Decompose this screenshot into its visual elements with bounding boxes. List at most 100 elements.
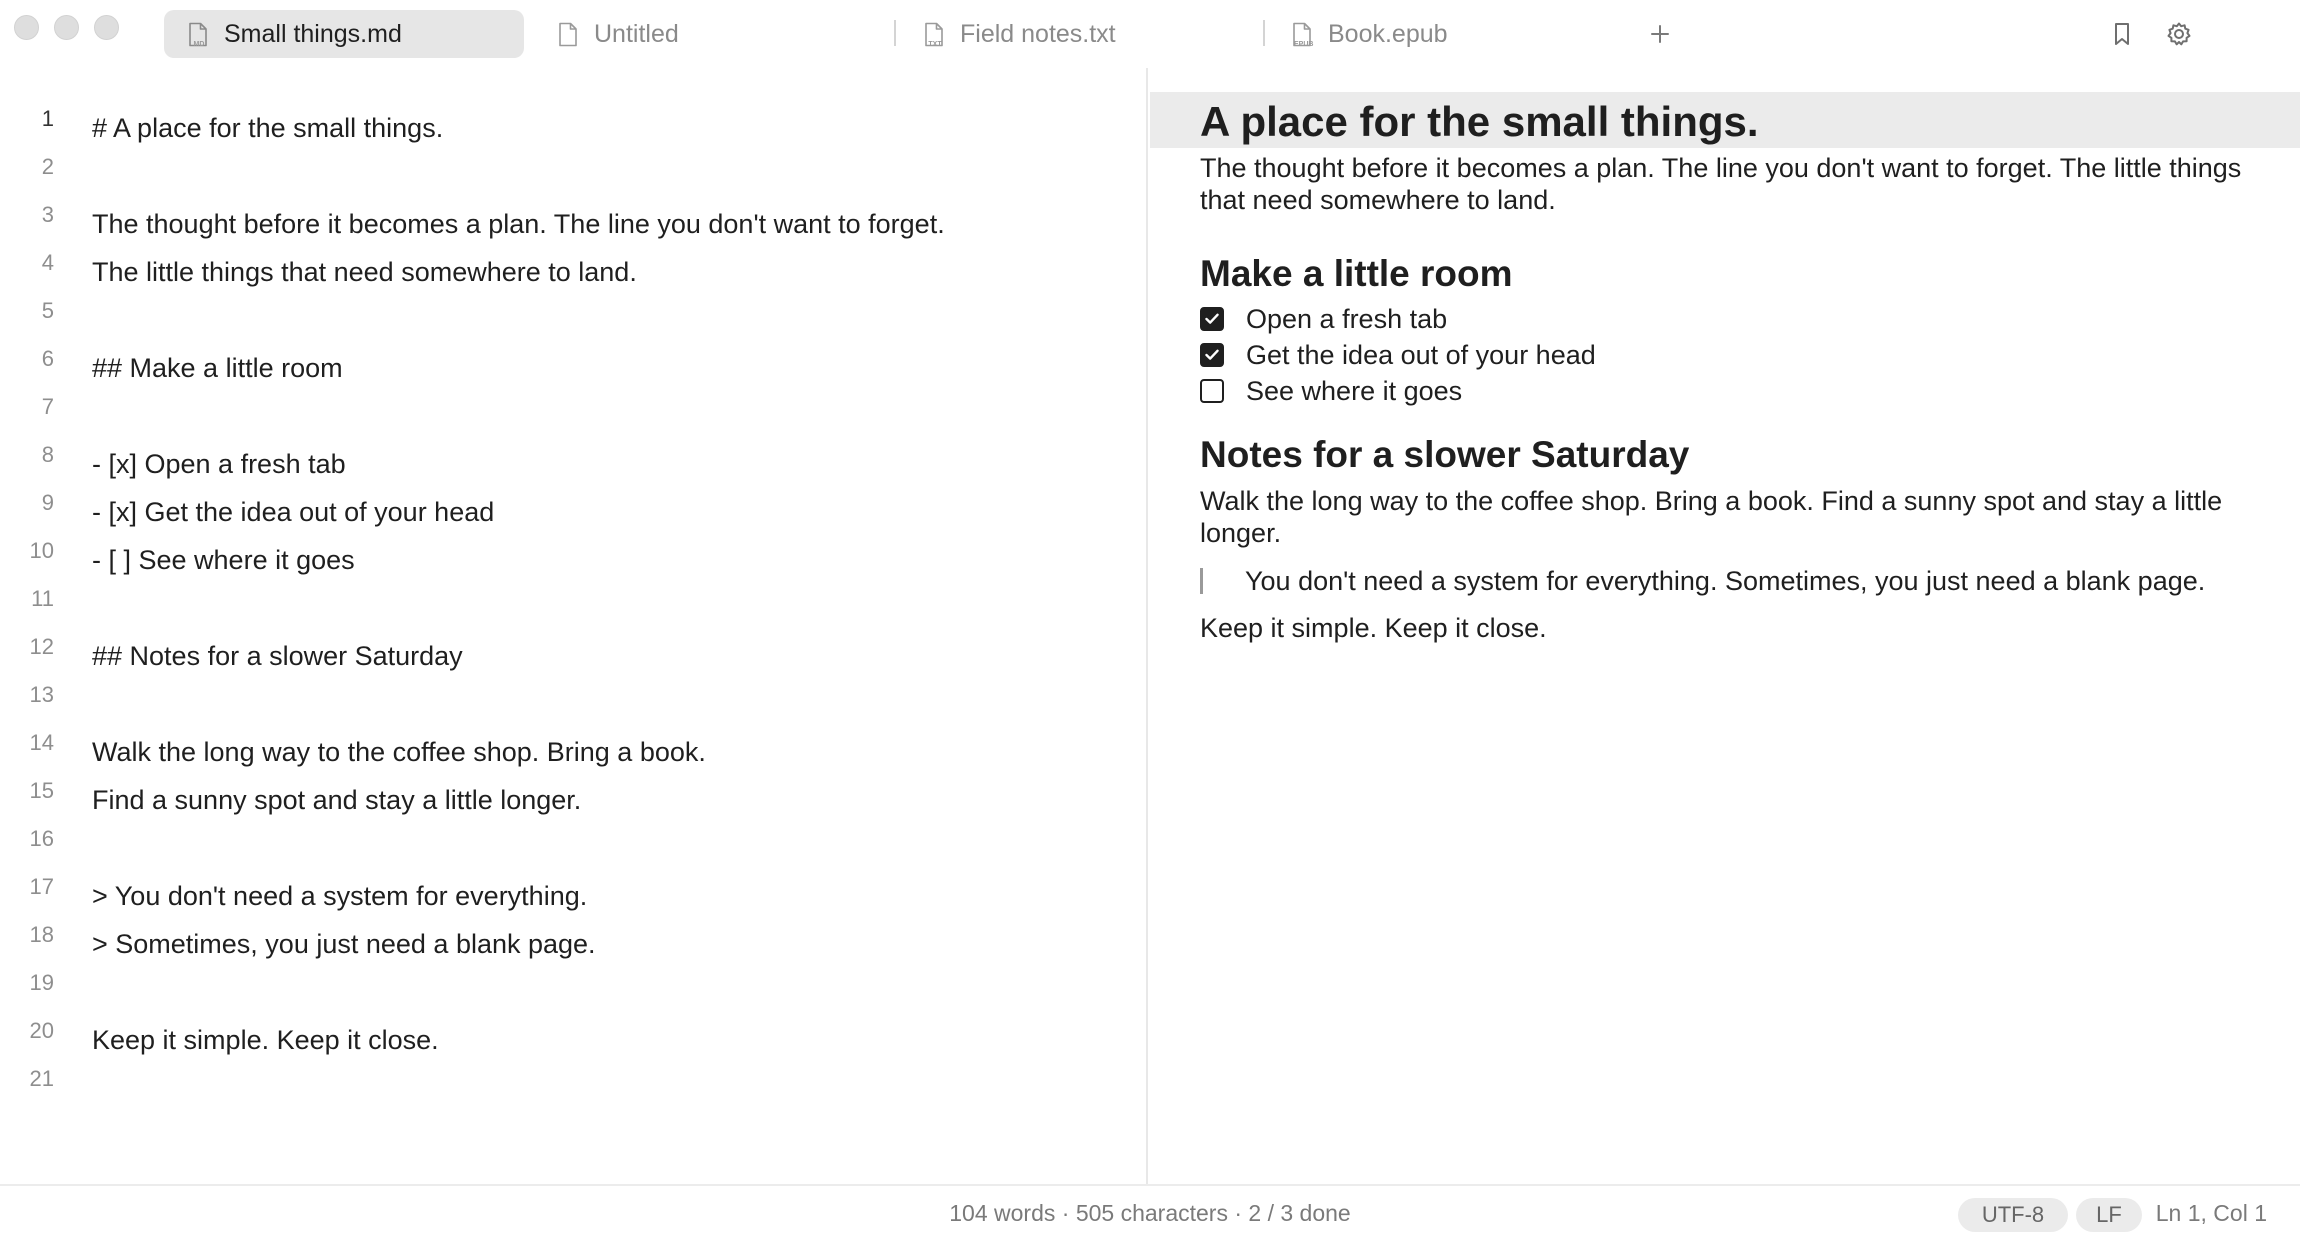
line-text[interactable]: Walk the long way to the coffee shop. Br… (92, 737, 706, 768)
checkmark-icon (1205, 349, 1219, 360)
blockquote-bar (1200, 568, 1203, 594)
tab-label: Field notes.txt (960, 19, 1116, 48)
line-number: 10 (29, 538, 54, 563)
checkbox-unchecked[interactable] (1200, 379, 1224, 403)
editor-line[interactable]: 6 ## Make a little room (0, 346, 1146, 394)
task-label: Get the idea out of your head (1246, 339, 1596, 370)
line-number: 20 (29, 1018, 54, 1043)
preview-heading-saturday: Notes for a slower Saturday (1200, 434, 1690, 475)
line-number: 3 (41, 202, 54, 227)
editor-line[interactable]: 7 (0, 394, 1146, 442)
checkbox-checked[interactable] (1200, 307, 1224, 331)
line-text[interactable]: The little things that need somewhere to… (92, 257, 637, 288)
preview-heading-make-room: Make a little room (1200, 253, 1513, 294)
document-stats: 104 words · 505 characters · 2 / 3 done (949, 1200, 1351, 1226)
line-number: 7 (41, 394, 54, 419)
new-tab-button[interactable] (1640, 14, 1680, 54)
checkbox-checked[interactable] (1200, 343, 1224, 367)
task-item: Get the idea out of your head (1200, 337, 1596, 373)
tab-untitled[interactable]: Untitled (530, 10, 880, 58)
bookmark-button[interactable] (2102, 14, 2142, 54)
markdown-editor[interactable]: 1 # A place for the small things. 2 3 The th… (0, 68, 1148, 1184)
epub-file-icon: EPUB (1292, 22, 1313, 48)
line-number: 13 (29, 682, 54, 707)
line-number: 14 (29, 730, 54, 755)
window-zoom-button[interactable] (94, 15, 119, 40)
line-number: 2 (41, 154, 54, 179)
preview-blockquote: You don't need a system for everything. … (1200, 565, 2205, 597)
checkmark-icon (1205, 313, 1219, 324)
editor-line[interactable]: 16 (0, 826, 1146, 874)
editor-line[interactable]: 11 (0, 586, 1146, 634)
line-number: 5 (41, 298, 54, 323)
tab-label: Untitled (594, 19, 679, 48)
editor-line[interactable]: 3 The thought before it becomes a plan. T… (0, 202, 1146, 250)
task-label: See where it goes (1246, 375, 1463, 406)
editor-line[interactable]: 19 (0, 970, 1146, 1018)
encoding-button[interactable]: UTF-8 (1958, 1198, 2068, 1232)
line-text[interactable]: - [ ] See where it goes (92, 545, 355, 576)
blockquote-text: You don't need a system for everything. … (1245, 565, 2206, 596)
tab-divider (1263, 20, 1265, 46)
line-text[interactable]: > You don't need a system for everything… (92, 881, 587, 912)
editor-line[interactable]: 13 (0, 682, 1146, 730)
gear-icon (2167, 22, 2191, 46)
line-text[interactable]: The thought before it becomes a plan. Th… (92, 209, 945, 240)
line-ending-button[interactable]: LF (2076, 1198, 2142, 1232)
line-text[interactable]: - [x] Open a fresh tab (92, 449, 346, 480)
markdown-preview: A place for the small things. The though… (1150, 68, 2300, 1184)
tab-field-notes[interactable]: TXT Field notes.txt (900, 10, 1255, 58)
window-minimize-button[interactable] (54, 15, 79, 40)
text-file-icon: TXT (924, 22, 944, 48)
cursor-position[interactable]: Ln 1, Col 1 (2156, 1200, 2267, 1227)
editor-line[interactable]: 2 (0, 154, 1146, 202)
tab-book[interactable]: EPUB Book.epub (1268, 10, 1628, 58)
line-number: 11 (31, 586, 54, 611)
preview-closing: Keep it simple. Keep it close. (1200, 613, 1547, 643)
line-number: 12 (29, 634, 54, 659)
line-text[interactable]: # A place for the small things. (92, 113, 443, 144)
preview-title: A place for the small things. (1200, 98, 1759, 145)
plus-icon (1651, 25, 1669, 43)
tab-label: Book.epub (1328, 19, 1448, 48)
line-text[interactable]: - [x] Get the idea out of your head (92, 497, 494, 528)
window-close-button[interactable] (14, 15, 39, 40)
tab-label: Small things.md (224, 19, 402, 48)
line-number: 15 (29, 778, 54, 803)
editor-line[interactable]: 1 # A place for the small things. (0, 106, 1146, 154)
line-text[interactable]: ## Make a little room (92, 353, 343, 384)
editor-line[interactable]: 18 > Sometimes, you just need a blank pag… (0, 922, 1146, 970)
tab-divider (894, 20, 896, 46)
editor-line[interactable]: 8 - [x] Open a fresh tab (0, 442, 1146, 490)
line-number: 9 (41, 490, 54, 515)
editor-line[interactable]: 10 - [ ] See where it goes (0, 538, 1146, 586)
task-item: See where it goes (1200, 373, 1462, 409)
editor-line[interactable]: 5 (0, 298, 1146, 346)
line-text[interactable]: > Sometimes, you just need a blank page. (92, 929, 596, 960)
line-number: 8 (41, 442, 54, 467)
document-icon (558, 22, 578, 47)
task-label: Open a fresh tab (1246, 303, 1448, 334)
editor-line[interactable]: 9 - [x] Get the idea out of your head (0, 490, 1146, 538)
line-number: 18 (29, 922, 54, 947)
line-number: 16 (29, 826, 54, 851)
editor-line[interactable]: 21 (0, 1066, 1146, 1114)
line-text[interactable]: Find a sunny spot and stay a little long… (92, 785, 581, 816)
editor-line[interactable]: 20 Keep it simple. Keep it close. (0, 1018, 1146, 1066)
line-number: 1 (41, 106, 54, 131)
editor-line[interactable]: 17 > You don't need a system for everythi… (0, 874, 1146, 922)
editor-line[interactable]: 12 ## Notes for a slower Saturday (0, 634, 1146, 682)
editor-line[interactable]: 15 Find a sunny spot and stay a little lo… (0, 778, 1146, 826)
line-number: 17 (29, 874, 54, 899)
line-text[interactable]: Keep it simple. Keep it close. (92, 1025, 439, 1056)
line-number: 19 (29, 970, 54, 995)
editor-line[interactable]: 14 Walk the long way to the coffee shop. … (0, 730, 1146, 778)
line-number: 21 (29, 1066, 54, 1091)
tab-small-things[interactable]: MD Small things.md (164, 10, 524, 58)
task-item: Open a fresh tab (1200, 301, 1447, 337)
preview-intro: The thought before it becomes a plan. Th… (1200, 153, 2242, 215)
line-text[interactable]: ## Notes for a slower Saturday (92, 641, 463, 672)
line-number: 4 (41, 250, 54, 275)
editor-line[interactable]: 4 The little things that need somewhere t… (0, 250, 1146, 298)
settings-button[interactable] (2159, 14, 2199, 54)
